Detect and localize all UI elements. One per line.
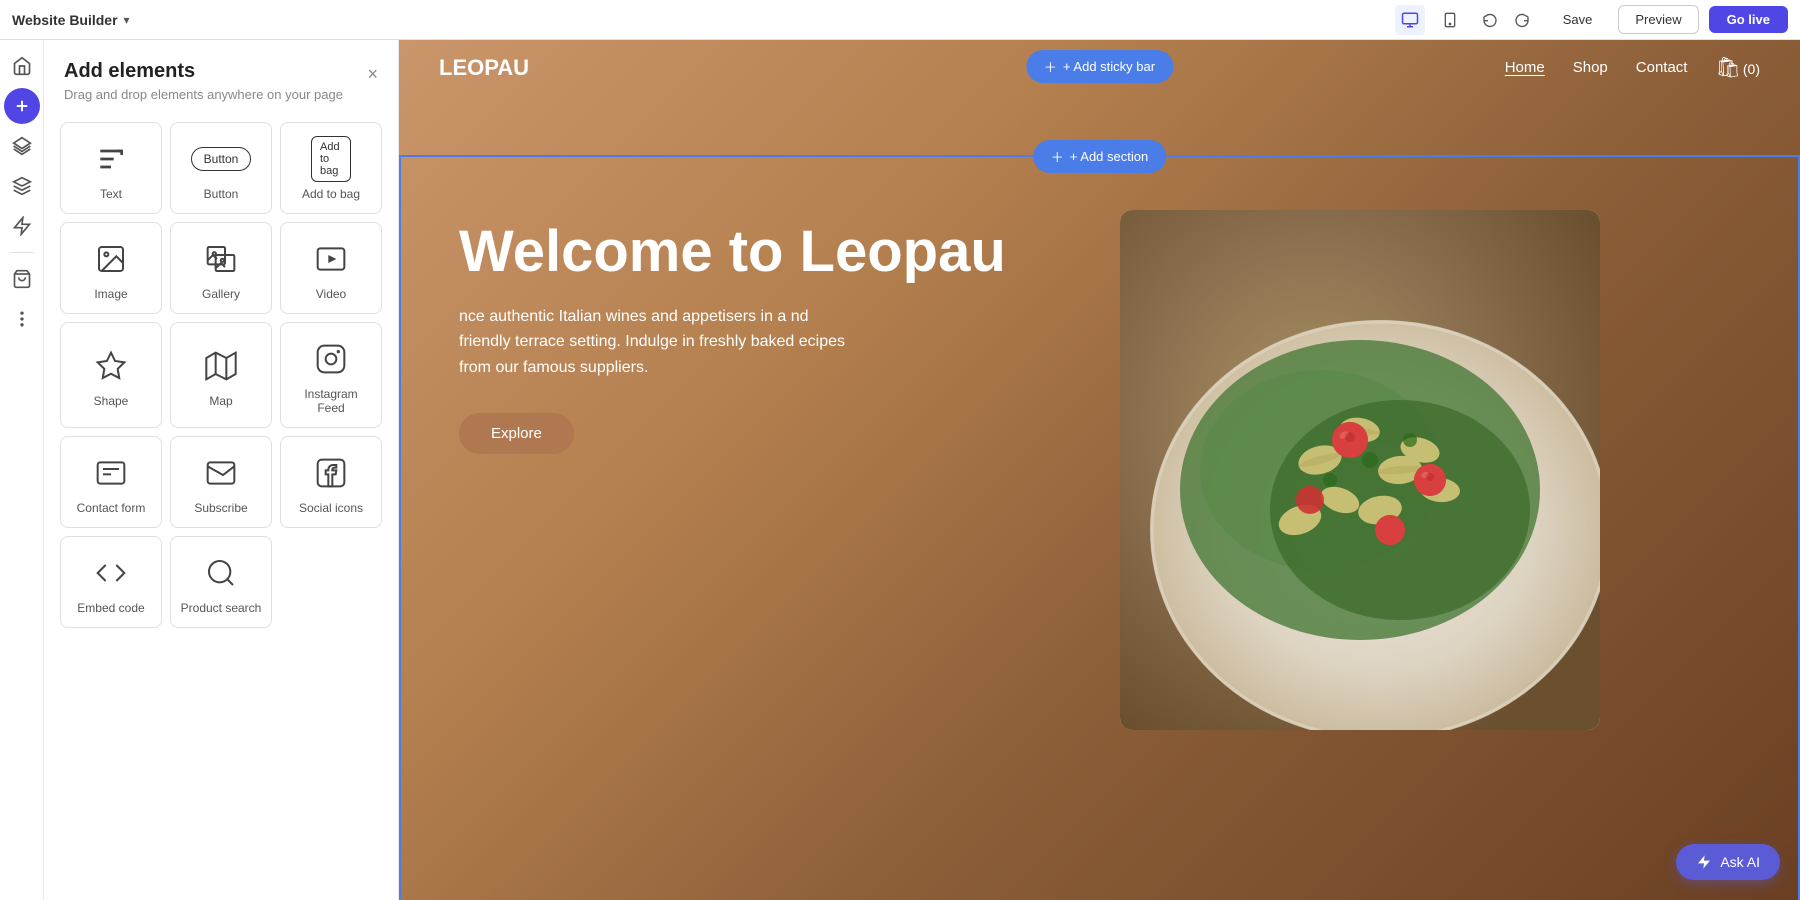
panel-header-text: Add elements Drag and drop elements anyw… <box>64 60 343 102</box>
element-item-subscribe[interactable]: Subscribe <box>170 436 272 528</box>
gallery-element-icon <box>201 239 241 279</box>
undo-button[interactable] <box>1475 5 1505 35</box>
element-item-addtobag[interactable]: Add to bag Add to bag <box>280 122 382 214</box>
add-sticky-bar-icon: ＋ <box>1044 57 1057 76</box>
map-element-label: Map <box>209 394 232 408</box>
element-item-contactform[interactable]: Contact form <box>60 436 162 528</box>
rail-divider <box>10 252 34 253</box>
element-item-image[interactable]: Image <box>60 222 162 314</box>
image-element-icon <box>91 239 131 279</box>
topbar: Website Builder ▾ Save Preview Go live <box>0 0 1800 40</box>
cart-icon[interactable]: 🛍(0) <box>1715 55 1760 80</box>
gallery-element-label: Gallery <box>202 287 240 301</box>
instagram-element-label: Instagram Feed <box>289 387 373 415</box>
site-nav: Home Shop Contact 🛍(0) <box>1505 55 1760 80</box>
map-element-icon <box>201 346 241 386</box>
element-item-text[interactable]: Text <box>60 122 162 214</box>
ask-ai-label: Ask AI <box>1720 854 1760 870</box>
video-element-icon <box>311 239 351 279</box>
desktop-view-button[interactable] <box>1395 5 1425 35</box>
element-item-social[interactable]: Social icons <box>280 436 382 528</box>
embed-element-label: Embed code <box>77 601 144 615</box>
redo-button[interactable] <box>1507 5 1537 35</box>
save-button[interactable]: Save <box>1547 6 1609 33</box>
mobile-view-button[interactable] <box>1435 5 1465 35</box>
brand-name: Website Builder <box>12 12 118 28</box>
icon-rail <box>0 40 44 900</box>
image-element-label: Image <box>94 287 127 301</box>
embed-element-icon <box>91 553 131 593</box>
rail-layers-icon[interactable] <box>4 128 40 164</box>
nav-contact[interactable]: Contact <box>1636 59 1688 76</box>
panel-close-button[interactable]: × <box>367 64 378 85</box>
element-item-gallery[interactable]: Gallery <box>170 222 272 314</box>
hero-description: nce authentic Italian wines and appetise… <box>459 304 859 381</box>
hero-explore-button[interactable]: Explore <box>459 413 574 454</box>
text-element-label: Text <box>100 187 122 201</box>
panel-subtitle: Drag and drop elements anywhere on your … <box>64 87 343 102</box>
ask-ai-button[interactable]: Ask AI <box>1676 844 1780 880</box>
nav-home[interactable]: Home <box>1505 59 1545 76</box>
nav-shop[interactable]: Shop <box>1573 59 1608 76</box>
cart-count: (0) <box>1743 61 1760 77</box>
rail-shop-icon[interactable] <box>4 261 40 297</box>
panel-title: Add elements <box>64 60 343 83</box>
golive-button[interactable]: Go live <box>1709 6 1788 33</box>
productsearch-element-label: Product search <box>181 601 262 615</box>
food-svg <box>1120 210 1600 730</box>
add-sticky-bar-button[interactable]: ＋ + Add sticky bar <box>1026 50 1173 83</box>
element-item-button[interactable]: Button Button <box>170 122 272 214</box>
addtobag-element-icon: Add to bag <box>311 139 351 179</box>
element-item-instagram[interactable]: Instagram Feed <box>280 322 382 428</box>
button-element-icon: Button <box>201 139 241 179</box>
element-item-embed[interactable]: Embed code <box>60 536 162 628</box>
add-sticky-bar-label: + Add sticky bar <box>1063 59 1155 74</box>
ask-ai-icon <box>1696 854 1712 870</box>
text-element-icon <box>91 139 131 179</box>
rail-more-icon[interactable] <box>4 301 40 337</box>
instagram-element-icon <box>311 339 351 379</box>
social-element-icon <box>311 453 351 493</box>
element-item-shape[interactable]: Shape <box>60 322 162 428</box>
contactform-element-label: Contact form <box>77 501 146 515</box>
addtobag-element-label: Add to bag <box>302 187 360 201</box>
topbar-right: Save Preview Go live <box>1395 5 1788 35</box>
rail-design-icon[interactable] <box>4 168 40 204</box>
brand-chevron-icon: ▾ <box>124 13 130 27</box>
button-element-label: Button <box>204 187 239 201</box>
subscribe-element-icon <box>201 453 241 493</box>
food-image <box>1120 210 1600 730</box>
preview-button[interactable]: Preview <box>1618 5 1698 34</box>
social-element-label: Social icons <box>299 501 363 515</box>
shape-element-icon <box>91 346 131 386</box>
hero-content: Welcome to Leopau nce authentic Italian … <box>459 220 1079 454</box>
subscribe-element-label: Subscribe <box>194 501 247 515</box>
add-elements-panel: Add elements Drag and drop elements anyw… <box>44 40 399 900</box>
element-item-video[interactable]: Video <box>280 222 382 314</box>
contactform-element-icon <box>91 453 131 493</box>
add-section-button[interactable]: ＋ + Add section <box>1033 140 1166 173</box>
undo-redo-group <box>1475 5 1537 35</box>
shape-element-label: Shape <box>94 394 129 408</box>
hero-title: Welcome to Leopau <box>459 220 1079 284</box>
canvas-area: ＋ + Add sticky bar LEOPAU Home Shop Cont… <box>399 40 1800 900</box>
add-elements-button[interactable] <box>4 88 40 124</box>
site-logo: LEOPAU <box>439 55 529 81</box>
add-section-icon: ＋ <box>1051 147 1064 166</box>
video-element-label: Video <box>316 287 346 301</box>
main-area: Add elements Drag and drop elements anyw… <box>0 40 1800 900</box>
element-item-productsearch[interactable]: Product search <box>170 536 272 628</box>
panel-header: Add elements Drag and drop elements anyw… <box>44 40 398 110</box>
rail-ai-icon[interactable] <box>4 208 40 244</box>
rail-logo-icon[interactable] <box>4 48 40 84</box>
element-item-map[interactable]: Map <box>170 322 272 428</box>
productsearch-element-icon <box>201 553 241 593</box>
elements-grid: Text Button Button Add to bag Add to bag <box>44 110 398 648</box>
topbar-left: Website Builder ▾ <box>12 12 130 28</box>
add-section-label: + Add section <box>1070 149 1148 164</box>
